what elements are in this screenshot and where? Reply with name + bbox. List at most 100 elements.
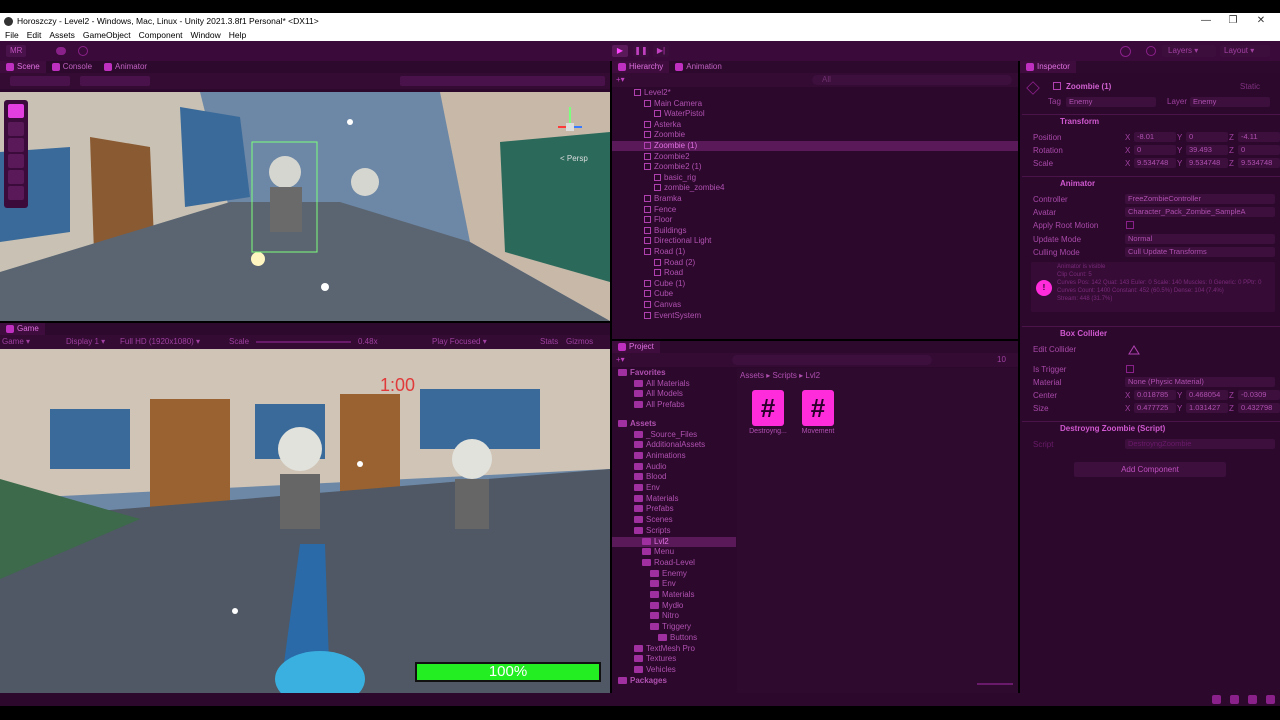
static-toggle[interactable]: Static: [1240, 82, 1260, 91]
hierarchy-item[interactable]: Main Camera: [612, 99, 1018, 109]
hierarchy-item[interactable]: WaterPistol: [612, 109, 1018, 119]
rect-tool-icon[interactable]: [8, 170, 24, 184]
folder-item[interactable]: Menu: [612, 547, 736, 557]
folder-item[interactable]: Road-Level: [612, 558, 736, 568]
folder-item[interactable]: Scenes: [612, 515, 736, 525]
account-button[interactable]: MR: [6, 45, 27, 57]
history-icon[interactable]: [1120, 46, 1131, 57]
tag-dropdown[interactable]: Enemy: [1066, 97, 1156, 107]
culling-mode-dropdown[interactable]: Cull Update Transforms: [1125, 247, 1275, 257]
scale-tool-icon[interactable]: [8, 154, 24, 168]
hierarchy-item[interactable]: Zoombie2: [612, 152, 1018, 162]
hierarchy-item[interactable]: EventSystem: [612, 311, 1018, 321]
controller-field[interactable]: FreeZombieController: [1125, 194, 1275, 204]
hierarchy-item[interactable]: Cube: [612, 289, 1018, 299]
hierarchy-item[interactable]: Directional Light: [612, 236, 1018, 246]
gizmos-dropdown[interactable]: Gizmos: [566, 337, 593, 346]
rotate-tool-icon[interactable]: [8, 138, 24, 152]
transform-tool-icon[interactable]: [8, 186, 24, 200]
hierarchy-item[interactable]: Floor: [612, 215, 1018, 225]
folder-item[interactable]: Blood: [612, 472, 736, 482]
rotation-x-field[interactable]: 0: [1134, 145, 1176, 155]
folder-item[interactable]: Lvl2: [612, 536, 736, 547]
axis-y-label[interactable]: Y: [1177, 390, 1182, 401]
resolution-dropdown[interactable]: Full HD (1920x1080) ▾: [120, 337, 200, 346]
menu-window[interactable]: Window: [191, 30, 221, 40]
draw-mode-dropdown[interactable]: [10, 76, 70, 86]
favorite-item[interactable]: All Models: [612, 389, 736, 399]
cloud-icon[interactable]: [56, 47, 66, 55]
position-x-field[interactable]: -8.01: [1134, 132, 1176, 142]
move-tool-icon[interactable]: [8, 122, 24, 136]
hierarchy-item[interactable]: Asterka: [612, 120, 1018, 130]
axis-y-label[interactable]: Y: [1177, 158, 1182, 169]
script-asset[interactable]: # Destroyng...: [749, 390, 787, 435]
folder-item[interactable]: Animations: [612, 451, 736, 461]
axis-y-label[interactable]: Y: [1177, 132, 1182, 143]
layout-dropdown[interactable]: Layout ▾: [1220, 45, 1270, 57]
hierarchy-item[interactable]: Level2*: [612, 88, 1018, 98]
scale-slider[interactable]: [256, 341, 351, 343]
size-z-field[interactable]: 0.432798: [1238, 403, 1280, 413]
create-asset-button[interactable]: +▾: [616, 355, 625, 364]
folder-item[interactable]: Materials: [612, 494, 736, 504]
tab-scene[interactable]: Scene: [0, 61, 46, 73]
rotation-z-field[interactable]: 0: [1238, 145, 1280, 155]
favorite-item[interactable]: All Prefabs: [612, 400, 736, 410]
menu-help[interactable]: Help: [229, 30, 246, 40]
axis-z-label[interactable]: Z: [1229, 403, 1234, 414]
breadcrumb-assets[interactable]: Assets: [740, 371, 764, 380]
axis-x-label[interactable]: X: [1125, 145, 1130, 156]
hierarchy-item[interactable]: Road (2): [612, 258, 1018, 268]
folder-item[interactable]: Buttons: [612, 633, 736, 643]
scale-z-field[interactable]: 9.534748: [1238, 158, 1280, 168]
step-button[interactable]: ▶|: [653, 45, 669, 57]
layers-dropdown[interactable]: Layers ▾: [1162, 45, 1216, 57]
hierarchy-item[interactable]: Bramka: [612, 194, 1018, 204]
folder-item[interactable]: TextMesh Pro: [612, 644, 736, 654]
root-motion-checkbox[interactable]: [1126, 221, 1134, 229]
hierarchy-search-input[interactable]: All: [812, 75, 1012, 85]
menu-edit[interactable]: Edit: [27, 30, 42, 40]
tab-game[interactable]: Game: [0, 323, 45, 335]
stats-button[interactable]: Stats: [540, 337, 558, 346]
center-x-field[interactable]: 0.018785: [1134, 390, 1176, 400]
animator-header[interactable]: Animator: [1022, 176, 1280, 190]
add-component-button[interactable]: Add Component: [1074, 462, 1226, 477]
maximize-button[interactable]: ❐: [1219, 13, 1247, 29]
axis-y-label[interactable]: Y: [1177, 145, 1182, 156]
folder-item[interactable]: Env: [612, 579, 736, 589]
favorites-header[interactable]: Favorites: [612, 368, 736, 378]
cache-server-icon[interactable]: [1230, 695, 1239, 704]
size-x-field[interactable]: 0.477725: [1134, 403, 1176, 413]
pivot-toggle[interactable]: [80, 76, 150, 86]
axis-z-label[interactable]: Z: [1229, 132, 1234, 143]
folder-item[interactable]: Prefabs: [612, 504, 736, 514]
hierarchy-item[interactable]: Cube (1): [612, 279, 1018, 289]
folder-item[interactable]: Audio: [612, 462, 736, 472]
box-collider-header[interactable]: Box Collider: [1022, 326, 1280, 340]
close-button[interactable]: ✕: [1247, 13, 1275, 29]
axis-z-label[interactable]: Z: [1229, 158, 1234, 169]
folder-item[interactable]: Vehicles: [612, 665, 736, 675]
persp-label[interactable]: < Persp: [560, 154, 588, 163]
rotation-y-field[interactable]: 39.493: [1186, 145, 1228, 155]
axis-z-label[interactable]: Z: [1229, 390, 1234, 401]
game-mode-dropdown[interactable]: Game ▾: [2, 337, 30, 346]
menu-file[interactable]: File: [5, 30, 19, 40]
search-icon[interactable]: [1146, 46, 1156, 56]
packages-header[interactable]: Packages: [612, 676, 736, 686]
tab-animator[interactable]: Animator: [98, 61, 153, 73]
position-z-field[interactable]: -4.11: [1238, 132, 1280, 142]
tab-hierarchy[interactable]: Hierarchy: [612, 61, 670, 73]
axis-x-label[interactable]: X: [1125, 158, 1130, 169]
script-asset[interactable]: # Movement: [799, 390, 837, 435]
breadcrumb-lvl2[interactable]: Lvl2: [805, 371, 820, 380]
scale-y-field[interactable]: 9.534748: [1186, 158, 1228, 168]
menu-assets[interactable]: Assets: [49, 30, 75, 40]
tab-inspector[interactable]: Inspector: [1020, 61, 1076, 73]
scene-view-options[interactable]: [400, 76, 605, 86]
update-mode-dropdown[interactable]: Normal: [1125, 234, 1275, 244]
axis-y-label[interactable]: Y: [1177, 403, 1182, 414]
hierarchy-item[interactable]: Buildings: [612, 226, 1018, 236]
